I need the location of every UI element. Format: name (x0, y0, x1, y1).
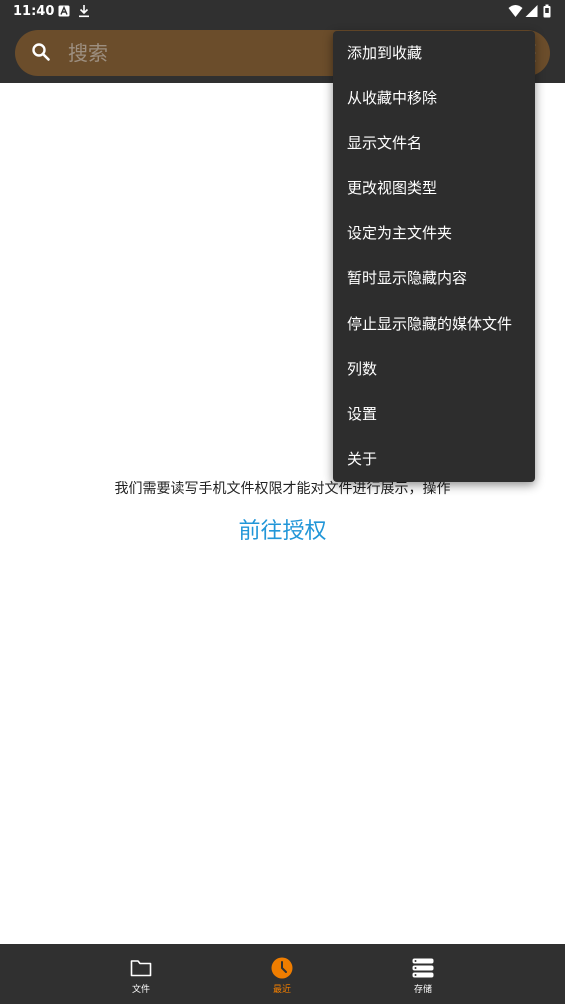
tab-storage-label: 存储 (413, 985, 432, 995)
wifi-icon (508, 5, 523, 17)
menu-item-settings[interactable]: 设置 (333, 392, 535, 437)
tab-files-label: 文件 (131, 985, 150, 995)
status-time: 11:40 (13, 4, 55, 19)
search-input[interactable]: 搜索 (68, 40, 108, 66)
menu-item-add-to-favorites[interactable]: 添加到收藏 (333, 31, 535, 76)
search-icon[interactable] (31, 42, 51, 62)
battery-icon (543, 4, 551, 18)
menu-item-change-view-type[interactable]: 更改视图类型 (333, 166, 535, 211)
tab-files[interactable]: 文件 (101, 944, 181, 1004)
storage-icon (412, 958, 434, 978)
menu-item-column-count[interactable]: 列数 (333, 347, 535, 392)
status-bar: 11:40 (0, 0, 565, 24)
menu-item-show-filenames[interactable]: 显示文件名 (333, 121, 535, 166)
bottom-nav: 文件 最近 存储 (0, 944, 565, 1004)
menu-item-about[interactable]: 关于 (333, 437, 535, 482)
a-badge-icon (58, 5, 70, 17)
menu-item-set-home-folder[interactable]: 设定为主文件夹 (333, 211, 535, 256)
clock-icon (271, 957, 293, 979)
menu-item-stop-showing-hidden-media[interactable]: 停止显示隐藏的媒体文件 (333, 302, 535, 347)
download-icon (79, 5, 89, 18)
menu-item-remove-from-favorites[interactable]: 从收藏中移除 (333, 76, 535, 121)
overflow-menu: 添加到收藏 从收藏中移除 显示文件名 更改视图类型 设定为主文件夹 暂时显示隐藏… (333, 31, 535, 482)
tab-storage[interactable]: 存储 (383, 944, 463, 1004)
permission-message: 我们需要读写手机文件权限才能对文件进行展示，操作 (114, 481, 451, 497)
tab-recent[interactable]: 最近 (242, 944, 322, 1004)
folder-icon (130, 960, 152, 977)
tab-recent-label: 最近 (272, 985, 291, 995)
menu-item-temporarily-show-hidden[interactable]: 暂时显示隐藏内容 (333, 256, 535, 301)
grant-permission-link[interactable]: 前往授权 (0, 517, 565, 547)
signal-icon (525, 5, 538, 17)
